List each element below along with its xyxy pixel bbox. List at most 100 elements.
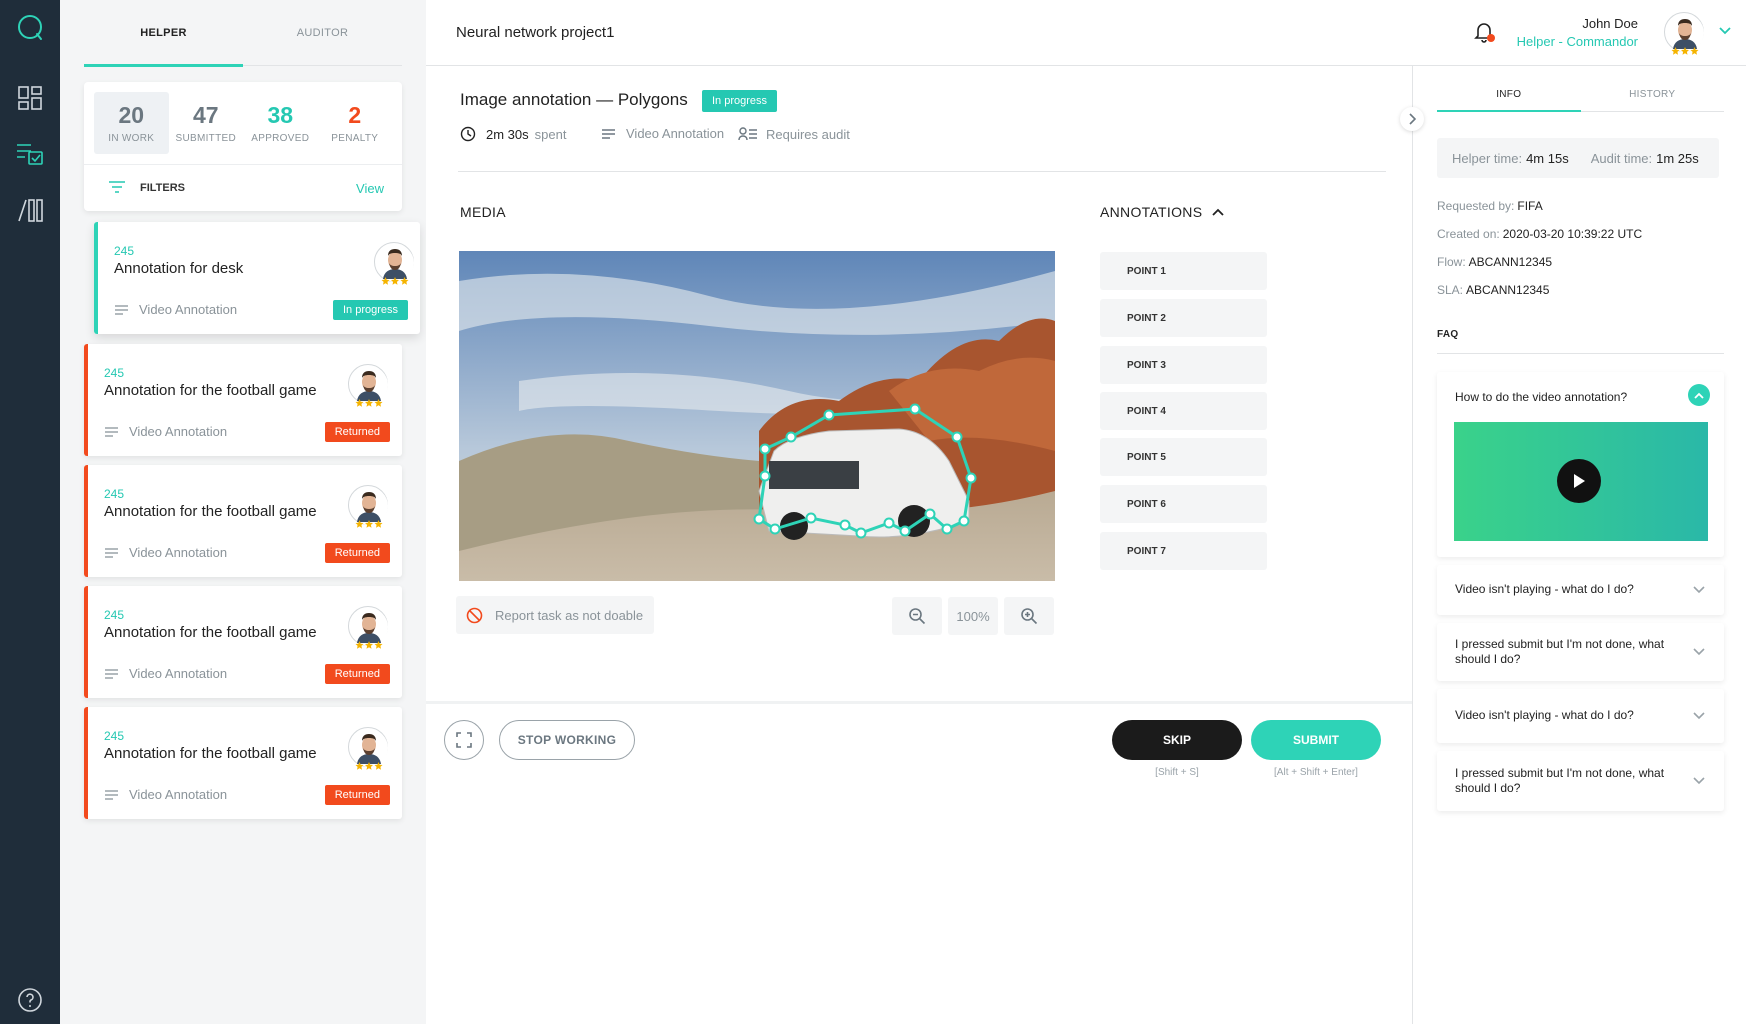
task-card[interactable]: 245 Annotation for the football game Vid… bbox=[84, 586, 402, 698]
stat-approved[interactable]: 38 APPROVED bbox=[243, 92, 318, 154]
rating-stars-icon bbox=[355, 399, 383, 407]
fullscreen-button[interactable] bbox=[444, 720, 484, 760]
rating-stars-icon bbox=[381, 277, 409, 285]
video-annotation-icon bbox=[105, 547, 118, 558]
faq-item[interactable]: Video isn't playing - what do I do? bbox=[1437, 689, 1724, 743]
avatar bbox=[348, 606, 388, 649]
chat-logo-icon[interactable] bbox=[14, 12, 46, 44]
annotation-point-4[interactable]: POINT 4 bbox=[1100, 392, 1267, 430]
faq-question: Video isn't playing - what do I do? bbox=[1455, 582, 1634, 596]
task-type-label: Video Annotation bbox=[129, 424, 228, 439]
zoom-out-button[interactable] bbox=[892, 597, 942, 635]
tab-info[interactable]: INFO bbox=[1437, 66, 1581, 112]
submit-button[interactable]: SUBMIT bbox=[1251, 720, 1381, 760]
created-on: Created on: 2020-03-20 10:39:22 UTC bbox=[1437, 227, 1642, 241]
stats-card: 20 IN WORK 47 SUBMITTED 38 APPROVED 2 PE… bbox=[84, 82, 402, 211]
footer-divider bbox=[426, 701, 1412, 704]
faq-item-expanded[interactable]: How to do the video annotation? bbox=[1437, 372, 1724, 557]
annotation-canvas[interactable] bbox=[459, 251, 1055, 581]
tasks-icon[interactable] bbox=[14, 138, 46, 170]
chevron-up-icon[interactable] bbox=[1688, 384, 1710, 406]
tab-helper[interactable]: HELPER bbox=[84, 0, 243, 67]
task-number: 245 bbox=[104, 608, 125, 622]
stat-value: 47 bbox=[192, 102, 219, 128]
annotation-point-3[interactable]: POINT 3 bbox=[1100, 346, 1267, 384]
chevron-down-icon[interactable] bbox=[1688, 579, 1710, 601]
task-card[interactable]: 245 Annotation for the football game Vid… bbox=[84, 465, 402, 577]
user-role: Helper - Commandor bbox=[1516, 34, 1638, 49]
rating-stars-icon bbox=[355, 641, 383, 649]
task-type-label: Video Annotation bbox=[129, 545, 228, 560]
chevron-down-icon[interactable] bbox=[1688, 770, 1710, 792]
annotation-point-1[interactable]: POINT 1 bbox=[1100, 252, 1267, 290]
rating-stars-icon bbox=[1671, 47, 1699, 55]
top-header: Neural network project1 John Doe Helper … bbox=[426, 0, 1746, 66]
task-number: 245 bbox=[104, 487, 125, 501]
stat-label: PENALTY bbox=[331, 133, 379, 144]
audit-meta: Requires audit bbox=[738, 126, 850, 142]
collapse-panel-button[interactable] bbox=[1400, 107, 1424, 131]
annotation-point-5[interactable]: POINT 5 bbox=[1100, 438, 1267, 476]
avatar bbox=[348, 485, 388, 528]
skip-button[interactable]: SKIP bbox=[1112, 720, 1242, 760]
time-summary: Helper time: 4m 15s Audit time: 1m 25s bbox=[1437, 138, 1719, 178]
annotation-point-2[interactable]: POINT 2 bbox=[1100, 299, 1267, 337]
chevron-down-icon[interactable] bbox=[1718, 24, 1732, 39]
help-icon[interactable] bbox=[14, 984, 46, 1016]
stats-row: 20 IN WORK 47 SUBMITTED 38 APPROVED 2 PE… bbox=[94, 92, 392, 154]
filters-view-link[interactable]: View bbox=[356, 181, 384, 196]
library-icon[interactable] bbox=[14, 194, 46, 226]
flow: Flow: ABCANN12345 bbox=[1437, 255, 1552, 269]
faq-divider bbox=[1437, 353, 1724, 354]
user-avatar[interactable] bbox=[1664, 12, 1704, 55]
faq-item[interactable]: I pressed submit but I'm not done, what … bbox=[1437, 623, 1724, 681]
filters-row: FILTERS View bbox=[84, 164, 402, 211]
task-status-strip bbox=[94, 222, 98, 334]
task-title: Annotation for the football game bbox=[104, 745, 317, 762]
task-number: 245 bbox=[104, 366, 125, 380]
faq-item[interactable]: I pressed submit but I'm not done, what … bbox=[1437, 751, 1724, 811]
annotations-toggle[interactable]: ANNOTATIONS bbox=[1100, 204, 1224, 220]
divider bbox=[458, 171, 1386, 172]
zoom-in-icon bbox=[1021, 608, 1038, 625]
info-tabs: INFO HISTORY bbox=[1437, 66, 1724, 112]
report-not-doable-button[interactable]: Report task as not doable bbox=[456, 596, 654, 634]
stat-label: APPROVED bbox=[251, 133, 310, 144]
zoom-in-button[interactable] bbox=[1004, 597, 1054, 635]
task-card-selected[interactable]: 245 Annotation for desk Video Annotation… bbox=[94, 222, 420, 334]
faq-item[interactable]: Video isn't playing - what do I do? bbox=[1437, 565, 1724, 615]
task-status-strip bbox=[84, 707, 88, 819]
chevron-down-icon[interactable] bbox=[1688, 641, 1710, 663]
video-annotation-icon bbox=[105, 426, 118, 437]
task-card[interactable]: 245 Annotation for the football game Vid… bbox=[84, 707, 402, 819]
play-icon[interactable] bbox=[1557, 459, 1601, 503]
stat-submitted[interactable]: 47 SUBMITTED bbox=[169, 92, 244, 154]
faq-question: Video isn't playing - what do I do? bbox=[1455, 708, 1634, 722]
filter-icon[interactable] bbox=[108, 180, 126, 197]
dashboard-icon[interactable] bbox=[14, 82, 46, 114]
annotation-point-7[interactable]: POINT 7 bbox=[1100, 532, 1267, 570]
sla-value: ABCANN12345 bbox=[1466, 283, 1550, 297]
media-image[interactable] bbox=[459, 251, 1055, 581]
stat-in-work[interactable]: 20 IN WORK bbox=[94, 92, 169, 154]
tab-auditor[interactable]: AUDITOR bbox=[243, 0, 402, 65]
task-status-pill: In progress bbox=[702, 90, 778, 112]
video-annotation-icon bbox=[105, 668, 118, 679]
stop-working-button[interactable]: STOP WORKING bbox=[499, 720, 635, 760]
task-card[interactable]: 245 Annotation for the football game Vid… bbox=[84, 344, 402, 456]
task-type: Video Annotation bbox=[104, 787, 227, 802]
report-label: Report task as not doable bbox=[495, 607, 644, 623]
annotation-point-6[interactable]: POINT 6 bbox=[1100, 485, 1267, 523]
status-badge: Returned bbox=[324, 422, 390, 442]
rating-stars-icon bbox=[355, 762, 383, 770]
tab-history[interactable]: HISTORY bbox=[1581, 66, 1725, 111]
notification-bell-icon[interactable] bbox=[1472, 20, 1495, 43]
left-rail bbox=[0, 0, 60, 1024]
stat-penalty[interactable]: 2 PENALTY bbox=[318, 92, 393, 154]
stat-value: 38 bbox=[267, 102, 294, 128]
chevron-down-icon[interactable] bbox=[1688, 705, 1710, 727]
time-spent-suffix: spent bbox=[534, 126, 567, 142]
faq-video[interactable] bbox=[1454, 422, 1708, 541]
sla-label: SLA: bbox=[1437, 283, 1464, 297]
annotations-label: ANNOTATIONS bbox=[1100, 204, 1203, 220]
